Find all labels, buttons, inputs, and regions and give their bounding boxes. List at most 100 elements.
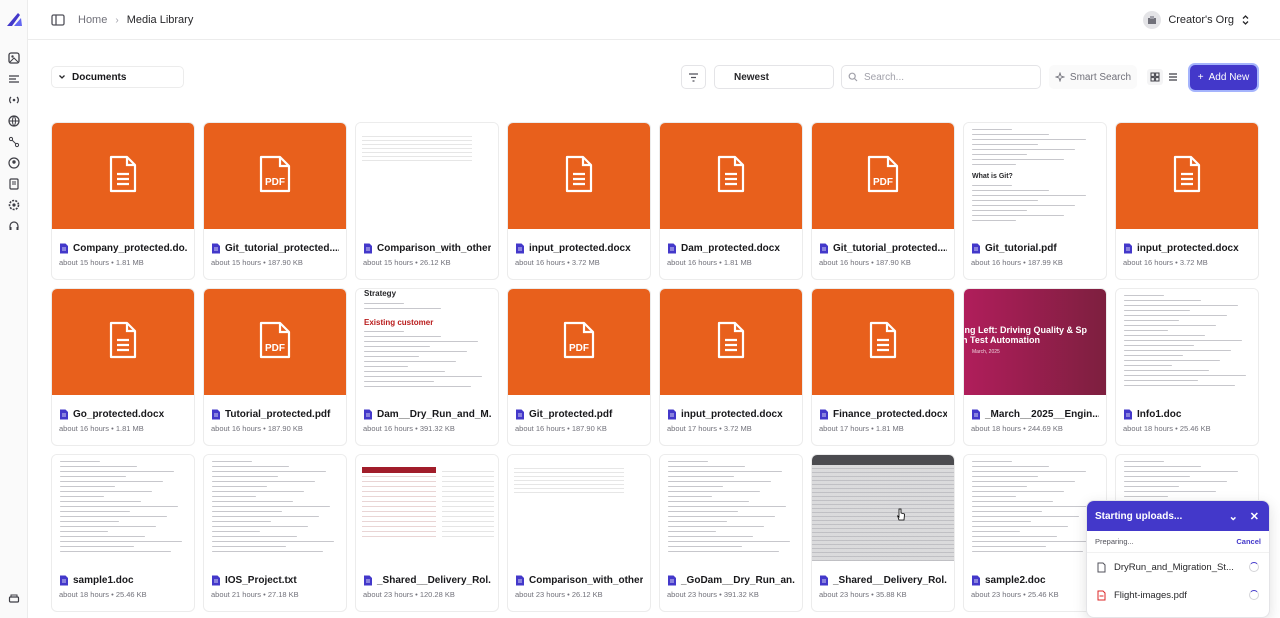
file-info: sample1.doc about 18 hours • 25.46 KB [52,561,194,599]
file-card[interactable]: fting Left: Driving Quality & Sp h Test A… [963,288,1107,446]
file-card[interactable]: Comparison_with_other... about 23 hours •… [507,454,651,612]
collection-label: Documents [72,71,127,83]
file-thumbnail [204,455,346,561]
upload-status-row: Preparing... Cancel [1087,531,1269,553]
file-thumbnail: PDF [812,123,954,229]
file-card[interactable]: PDF Tutorial_protected.pdf about 16 hours … [203,288,347,446]
file-card[interactable]: IOS_Project.txt about 21 hours • 27.18 KB [203,454,347,612]
file-info: Git_tutorial_protected.... about 15 hours… [204,229,346,267]
file-info: Go_protected.docx about 16 hours • 1.81 M… [52,395,194,433]
collapse-icon[interactable]: ⌄ [1229,510,1238,523]
breadcrumb-home[interactable]: Home [78,14,107,26]
slide-title: h Test Automation [964,335,1040,345]
file-card[interactable]: input_protected.docx about 16 hours • 3.7… [1115,122,1259,280]
app-logo-icon[interactable] [4,10,24,30]
cancel-upload-button[interactable]: Cancel [1236,537,1261,546]
upload-panel-title: Starting uploads... [1095,510,1183,522]
add-new-button[interactable]: + Add New [1190,65,1257,90]
file-card[interactable]: PDF Git_protected.pdf about 16 hours • 187… [507,288,651,446]
file-card[interactable]: input_protected.docx about 16 hours • 3.7… [507,122,651,280]
sort-select[interactable]: Newest [714,65,834,89]
file-name: _Shared__Delivery_Rol... [833,575,947,586]
spinner-icon [1249,562,1259,572]
file-name: sample2.doc [985,575,1046,586]
search-input[interactable] [864,71,1024,83]
doc-icon [1124,409,1132,420]
close-icon[interactable]: ✕ [1250,510,1259,523]
file-card[interactable]: PDF Git_tutorial_protected.... about 15 ho… [203,122,347,280]
file-thumbnail [812,455,954,561]
sidebar-toggle-icon[interactable] [50,12,66,28]
file-meta: about 18 hours • 25.46 KB [59,590,147,599]
user-icon[interactable] [7,156,21,170]
file-info: Dam__Dry_Run_and_M... about 16 hours • 39… [356,395,498,433]
broadcast-icon[interactable] [7,93,21,107]
file-name: Dam__Dry_Run_and_M... [377,409,491,420]
file-card[interactable]: _Shared__Delivery_Rol... about 23 hours •… [811,454,955,612]
smart-search-button[interactable]: Smart Search [1049,65,1137,89]
filter-icon [689,72,698,82]
grid-view-icon[interactable] [1147,69,1163,85]
doc-icon [60,243,68,254]
file-name: Git_tutorial.pdf [985,243,1057,254]
file-card[interactable]: Dam_protected.docx about 16 hours • 1.81 … [659,122,803,280]
doc-file-icon [108,321,138,364]
file-thumbnail [508,455,650,561]
list-view-icon[interactable] [1165,69,1181,85]
breadcrumb-separator: › [115,14,119,26]
collection-select[interactable]: Documents [51,66,184,88]
file-card[interactable]: _Shared__Delivery_Rol... about 23 hours •… [355,454,499,612]
share-icon[interactable] [7,135,21,149]
search-box[interactable] [841,65,1041,89]
headset-icon[interactable] [7,219,21,233]
doc-file-icon [108,155,138,198]
list-icon[interactable] [7,72,21,86]
file-card[interactable]: Info1.doc about 18 hours • 25.46 KB [1115,288,1259,446]
pdf-icon [516,409,524,420]
breadcrumb-current: Media Library [126,14,194,26]
file-name: sample1.doc [73,575,134,586]
file-meta: about 17 hours • 3.72 MB [667,424,752,433]
svg-text:PDF: PDF [265,343,285,354]
file-card[interactable]: Comparison_with_other... about 15 hours •… [355,122,499,280]
file-card[interactable]: sample1.doc about 18 hours • 25.46 KB [51,454,195,612]
doc-icon [516,243,524,254]
file-info: _March__2025__Engin... about 18 hours • 2… [964,395,1106,433]
globe-icon[interactable] [7,114,21,128]
file-card[interactable]: Strategy Existing customer Dam__Dry_Run_an… [355,288,499,446]
file-thumbnail: Strategy Existing customer [356,289,498,395]
doc-file-icon [716,321,746,364]
file-card[interactable]: Finance_protected.docx about 17 hours • 1… [811,288,955,446]
file-info: sample2.doc about 23 hours • 25.46 KB [964,561,1106,599]
file-thumbnail [356,455,498,561]
sort-label: Newest [734,71,770,83]
file-thumbnail [964,455,1106,561]
breadcrumb: Home › Media Library [78,0,193,40]
filter-button[interactable] [681,65,706,89]
file-card[interactable]: What is Git? Git_tutorial.pdf about 16 hou… [963,122,1107,280]
file-meta: about 23 hours • 120.28 KB [363,590,455,599]
file-name: Go_protected.docx [73,409,165,420]
file-info: _Shared__Delivery_Rol... about 23 hours •… [812,561,954,599]
file-card[interactable]: PDF Git_tutorial_protected.... about 16 ho… [811,122,955,280]
smart-search-label: Smart Search [1069,71,1132,83]
file-meta: about 16 hours • 3.72 MB [1123,258,1208,267]
upload-status: Preparing... [1095,537,1134,546]
settings-icon[interactable] [7,198,21,212]
file-info: Git_tutorial.pdf about 16 hours • 187.99 … [964,229,1106,267]
file-name: _GoDam__Dry_Run_an... [681,575,795,586]
thumb-heading: What is Git? [972,173,1013,180]
pdf-icon [1097,590,1106,600]
org-switcher[interactable]: Creator's Org [1143,10,1250,30]
file-card[interactable]: Go_protected.docx about 16 hours • 1.81 M… [51,288,195,446]
file-card[interactable]: input_protected.docx about 17 hours • 3.7… [659,288,803,446]
file-card[interactable]: _GoDam__Dry_Run_an... about 23 hours • 39… [659,454,803,612]
book-icon[interactable] [7,177,21,191]
file-thumbnail [1116,123,1258,229]
printer-icon[interactable] [7,592,21,606]
search-icon [848,72,858,82]
file-card[interactable]: Company_protected.do... about 15 hours • … [51,122,195,280]
media-icon[interactable] [7,51,21,65]
file-info: Dam_protected.docx about 16 hours • 1.81 … [660,229,802,267]
view-toggle [1144,65,1184,89]
